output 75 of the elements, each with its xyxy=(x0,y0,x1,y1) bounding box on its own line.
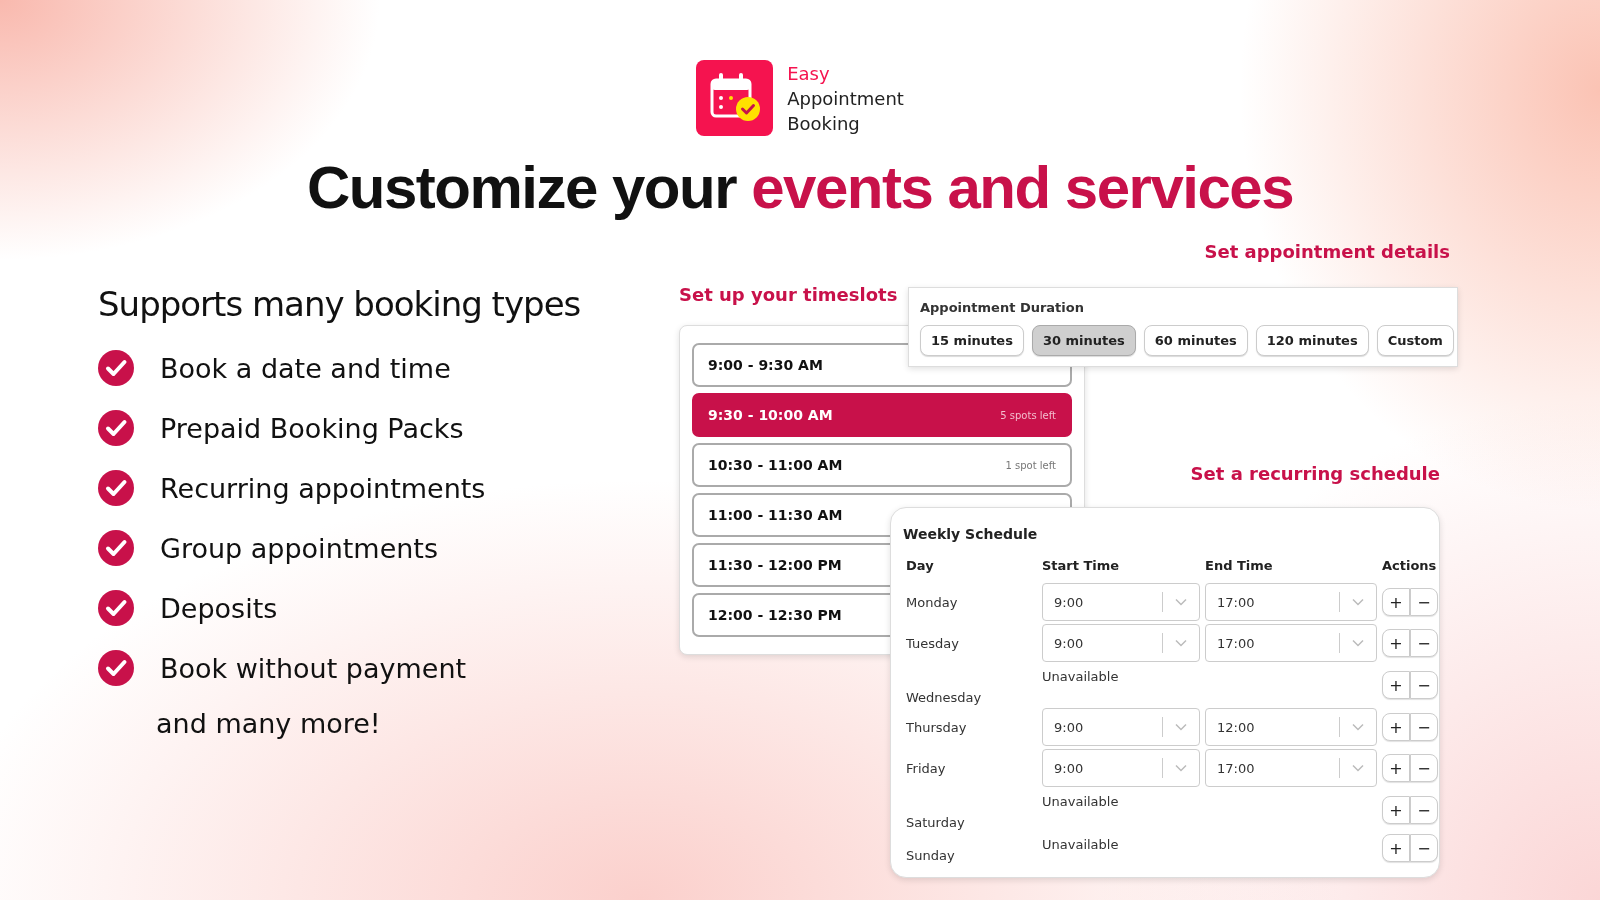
unavailable-label: Unavailable xyxy=(1042,668,1120,684)
add-button[interactable]: + xyxy=(1382,588,1410,616)
chevron-down-icon xyxy=(1175,764,1187,772)
check-circle-icon xyxy=(98,470,134,506)
brand-name: Appointment xyxy=(787,86,904,111)
start-time-select[interactable]: 9:00 xyxy=(1042,624,1200,662)
end-time-select[interactable]: 17:00 xyxy=(1205,583,1377,621)
brand-name: Booking xyxy=(787,111,861,136)
day-label: Wednesday xyxy=(905,690,982,705)
duration-title: Appointment Duration xyxy=(920,300,1085,315)
add-button[interactable]: + xyxy=(1382,796,1410,824)
day-label: Thursday xyxy=(905,719,968,735)
remove-button[interactable]: − xyxy=(1410,796,1438,824)
timeslot-option[interactable]: 9:30 - 10:00 AM 5 spots left xyxy=(692,393,1072,437)
remove-button[interactable]: − xyxy=(1410,671,1438,699)
remove-button[interactable]: − xyxy=(1410,754,1438,782)
duration-option[interactable]: 15 minutes xyxy=(920,325,1024,356)
check-circle-icon xyxy=(98,410,134,446)
chevron-down-icon xyxy=(1352,764,1364,772)
day-label: Tuesday xyxy=(905,635,960,651)
remove-button[interactable]: − xyxy=(1410,629,1438,657)
unavailable-label: Unavailable xyxy=(1042,836,1120,852)
day-label: Monday xyxy=(905,594,959,610)
check-circle-icon xyxy=(98,590,134,626)
headline: Customize your events and services xyxy=(306,153,1294,223)
chevron-down-icon xyxy=(1175,639,1187,647)
end-time-select[interactable]: 17:00 xyxy=(1205,624,1377,662)
end-time-select[interactable]: 17:00 xyxy=(1205,749,1377,787)
add-button[interactable]: + xyxy=(1382,754,1410,782)
feature-label: Book a date and time xyxy=(160,352,451,384)
add-button[interactable]: + xyxy=(1382,834,1410,862)
remove-button[interactable]: − xyxy=(1410,834,1438,862)
start-time-select[interactable]: 9:00 xyxy=(1042,583,1200,621)
remove-button[interactable]: − xyxy=(1410,713,1438,741)
duration-option[interactable]: 30 minutes xyxy=(1031,325,1136,356)
chevron-down-icon xyxy=(1175,598,1187,606)
feature-label: Book without payment xyxy=(160,652,467,684)
chevron-down-icon xyxy=(1352,639,1364,647)
section-caption: Set a recurring schedule xyxy=(1190,463,1440,484)
start-time-select[interactable]: 9:00 xyxy=(1042,708,1200,746)
end-time-select[interactable]: 12:00 xyxy=(1205,708,1377,746)
chevron-down-icon xyxy=(1352,598,1364,606)
spots-left-label: 1 spot left xyxy=(1005,459,1056,471)
section-caption: Set up your timeslots xyxy=(679,284,898,305)
more-note: and many more! xyxy=(156,708,382,739)
check-circle-icon xyxy=(98,530,134,566)
duration-option[interactable]: Custom xyxy=(1376,325,1454,356)
calendar-logo-icon xyxy=(696,60,774,136)
feature-label: Recurring appointments xyxy=(160,472,486,504)
duration-option[interactable]: 120 minutes xyxy=(1255,325,1369,356)
add-button[interactable]: + xyxy=(1382,713,1410,741)
column-header: End Time xyxy=(1205,558,1274,575)
start-time-select[interactable]: 9:00 xyxy=(1042,749,1200,787)
day-label: Saturday xyxy=(905,815,965,830)
remove-button[interactable]: − xyxy=(1410,588,1438,616)
feature-label: Deposits xyxy=(160,592,278,624)
check-circle-icon xyxy=(98,350,134,386)
unavailable-label: Unavailable xyxy=(1042,793,1120,809)
column-header: Day xyxy=(905,558,935,575)
chevron-down-icon xyxy=(1175,723,1187,731)
check-circle-icon xyxy=(98,650,134,686)
section-caption: Set appointment details xyxy=(1204,241,1450,262)
feature-label: Group appointments xyxy=(160,532,438,564)
chevron-down-icon xyxy=(1352,723,1364,731)
add-button[interactable]: + xyxy=(1382,629,1410,657)
duration-option[interactable]: 60 minutes xyxy=(1143,325,1248,356)
feature-label: Prepaid Booking Packs xyxy=(160,412,464,444)
features-title: Supports many booking types xyxy=(98,284,581,324)
add-button[interactable]: + xyxy=(1382,671,1410,699)
day-label: Sunday xyxy=(905,848,955,863)
column-header: Actions xyxy=(1382,558,1438,575)
timeslot-option[interactable]: 10:30 - 11:00 AM 1 spot left xyxy=(692,443,1072,487)
spots-left-label: 5 spots left xyxy=(1000,409,1056,421)
day-label: Friday xyxy=(905,760,947,776)
brand-name: Easy xyxy=(787,61,831,86)
